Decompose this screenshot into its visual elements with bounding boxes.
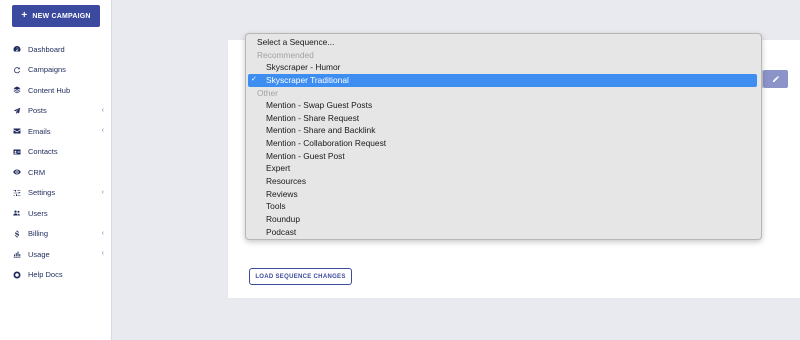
checkmark-icon: ✓ <box>251 75 257 83</box>
new-campaign-button[interactable]: + NEW CAMPAIGN <box>12 5 100 27</box>
sidebar-item-label: Billing <box>28 229 49 239</box>
chevron-left-icon: ‹ <box>101 106 104 114</box>
bar-chart-icon <box>12 250 21 259</box>
sidebar: + NEW CAMPAIGN Dashboard Campaigns Content… <box>0 0 112 340</box>
sidebar-item-dashboard[interactable]: Dashboard <box>0 39 111 60</box>
sidebar-item-label: Posts <box>28 106 47 116</box>
eye-icon <box>12 168 21 177</box>
sidebar-item-label: Contacts <box>28 147 58 157</box>
dropdown-option[interactable]: Reviews <box>246 188 761 201</box>
option-group-label: Recommended <box>257 49 314 60</box>
dashboard-icon <box>12 45 21 54</box>
sidebar-item-label: Users <box>28 208 48 218</box>
sidebar-item-label: Dashboard <box>28 44 65 54</box>
sidebar-item-crm[interactable]: CRM <box>0 162 111 183</box>
sidebar-item-label: Emails <box>28 126 51 136</box>
dropdown-option-selected[interactable]: ✓ Skyscraper Traditional <box>248 73 757 87</box>
dropdown-option[interactable]: Mention - Guest Post <box>246 150 761 163</box>
dropdown-placeholder-option[interactable]: Select a Sequence... <box>246 36 761 49</box>
sidebar-item-label: Help Docs <box>28 270 63 280</box>
chevron-left-icon: ‹ <box>101 250 104 257</box>
sidebar-item-campaigns[interactable]: Campaigns <box>0 60 111 81</box>
dropdown-option-label: Skyscraper Traditional <box>266 74 349 85</box>
plus-icon: + <box>21 10 28 21</box>
dropdown-option[interactable]: Resources <box>246 175 761 188</box>
new-campaign-label: NEW CAMPAIGN <box>32 12 91 20</box>
chevron-left-icon: ‹ <box>101 229 104 237</box>
sidebar-item-label: Settings <box>28 188 56 198</box>
chevron-left-icon: ‹ <box>101 127 104 134</box>
sidebar-item-settings[interactable]: Settings ‹ <box>0 183 111 204</box>
posts-icon <box>12 106 21 115</box>
sliders-icon <box>12 188 21 197</box>
refresh-icon <box>12 65 21 74</box>
sequence-dropdown[interactable]: Select a Sequence... Recommended Skyscrape… <box>245 33 762 240</box>
contact-card-icon <box>12 147 21 156</box>
sidebar-item-posts[interactable]: Posts ‹ <box>0 101 111 122</box>
sidebar-nav: Dashboard Campaigns Content Hub Posts ‹ Email… <box>0 39 111 285</box>
load-sequence-changes-button[interactable]: LOAD SEQUENCE CHANGES <box>249 268 352 285</box>
sidebar-item-contacts[interactable]: Contacts <box>0 142 111 163</box>
dropdown-option[interactable]: Mention - Share and Backlink <box>246 124 761 137</box>
sidebar-item-content-hub[interactable]: Content Hub <box>0 80 111 101</box>
edit-icon <box>772 76 779 82</box>
dropdown-option[interactable]: Mention - Share Request <box>246 112 761 125</box>
sidebar-item-users[interactable]: Users <box>0 203 111 224</box>
envelope-icon <box>12 127 21 136</box>
sidebar-item-label: Campaigns <box>28 65 66 75</box>
dropdown-option[interactable]: Mention - Collaboration Request <box>246 137 761 150</box>
dollar-icon <box>12 229 21 238</box>
content-hub-icon <box>12 86 21 95</box>
sidebar-item-label: Usage <box>28 249 50 259</box>
dropdown-option[interactable]: Skyscraper - Humor <box>246 61 761 74</box>
sidebar-item-billing[interactable]: Billing ‹ <box>0 224 111 245</box>
sidebar-item-label: Content Hub <box>28 85 71 95</box>
sidebar-item-usage[interactable]: Usage ‹ <box>0 244 111 265</box>
sidebar-item-help-docs[interactable]: Help Docs <box>0 265 111 286</box>
dropdown-option[interactable]: Roundup <box>246 213 761 226</box>
dropdown-option[interactable]: Mention - Swap Guest Posts <box>246 99 761 112</box>
option-group-label: Other <box>257 87 278 98</box>
sidebar-item-label: CRM <box>28 167 46 177</box>
sidebar-item-emails[interactable]: Emails ‹ <box>0 121 111 142</box>
dropdown-option[interactable]: Podcast <box>246 226 761 239</box>
chevron-left-icon: ‹ <box>101 188 104 196</box>
dropdown-option[interactable]: Expert <box>246 162 761 175</box>
dropdown-option[interactable]: Tools <box>246 200 761 213</box>
edit-sequence-button[interactable] <box>763 70 788 88</box>
users-icon <box>12 209 21 218</box>
life-ring-icon <box>12 270 21 279</box>
